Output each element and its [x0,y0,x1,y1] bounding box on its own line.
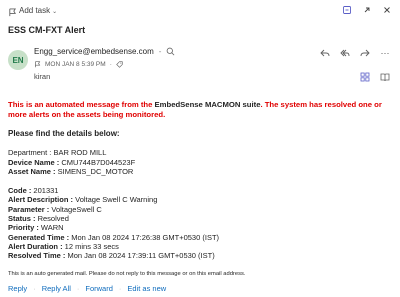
detail-row-resolved-time: Resolved Time : Mon Jan 08 2024 17:39:11… [8,251,394,260]
detail-value: BAR ROD MILL [51,148,107,158]
detail-label: Parameter : [8,204,50,214]
reply-icon[interactable] [320,48,330,58]
detail-row-priority: Priority : WARN [8,223,394,232]
reply-bar: Reply · Reply All · Forward · Edit as ne… [8,284,166,293]
details-heading: Please find the details below: [8,129,120,138]
detail-value: CMU744B7D044523F [59,157,136,167]
separator: · [118,284,122,293]
notice-text-start: This is an automated message from the [8,100,155,109]
window-actions [342,5,392,15]
email-body: This is an automated message from the Em… [8,100,394,279]
recipient[interactable]: kiran [34,72,50,81]
detail-label: Asset Name : [8,166,56,176]
detail-row-alert-description: Alert Description : Voltage Swell C Warn… [8,195,394,204]
add-task-label: Add task [19,6,51,15]
reply-all-button[interactable]: Reply All [42,284,71,293]
detail-label: Alert Description : [8,195,74,205]
automated-notice: This is an automated message from the Em… [8,100,394,120]
expand-icon[interactable] [362,5,372,15]
detail-value: Resolved [35,214,69,224]
immersive-reader-icon[interactable] [380,72,390,82]
meta-row: MON JAN 8 5:39 PM · [34,61,123,68]
detail-row-department: Department : BAR ROD MILL [8,148,394,157]
task-toolbar: Add task ⌄ [0,0,400,22]
sender-avatar[interactable]: EN [8,50,28,70]
separator: - [158,47,162,56]
detail-label: Status : [8,214,36,224]
detail-value: 201331 [31,186,59,196]
edit-as-new-button[interactable]: Edit as new [127,284,166,293]
detail-row-alert-duration: Alert Duration : 12 mins 33 secs [8,242,394,251]
detail-value: Mon Jan 08 2024 17:39:11 GMT+0530 (IST) [65,251,215,261]
detail-row-status: Status : Resolved [8,214,394,223]
detail-value: SIMENS_DC_MOTOR [55,166,134,176]
asset-details: Department : BAR ROD MILL Device Name : … [8,148,394,176]
reply-all-icon[interactable] [340,48,350,58]
detail-row-device-name: Device Name : CMU744B7D044523F [8,158,394,167]
brand-name: EmbedSense MACMON suite [154,100,261,109]
reply-button[interactable]: Reply [8,284,27,293]
sender-row: Engg_service@embedsense.com - [34,47,175,56]
note-icon[interactable] [342,5,352,15]
detail-row-asset-name: Asset Name : SIMENS_DC_MOTOR [8,167,394,176]
forward-icon[interactable] [360,48,370,58]
detail-value: Mon Jan 08 2024 17:26:38 GMT+0530 (IST) [69,232,220,242]
message-tools [360,72,390,82]
message-actions: ⋯ [320,48,390,59]
detail-row-parameter: Parameter : VoltageSwell C [8,205,394,214]
detail-label: Code : [8,186,32,196]
tag-icon[interactable] [116,61,123,68]
detail-label: Device Name : [8,157,60,167]
chevron-down-icon: ⌄ [52,9,58,15]
add-task-button[interactable]: Add task ⌄ [19,6,57,15]
detail-value: 12 mins 33 secs [62,241,119,251]
separator: · [109,61,112,68]
more-options-icon[interactable]: ⋯ [380,48,390,59]
forward-button[interactable]: Forward [85,284,113,293]
timestamp: MON JAN 8 5:39 PM [45,61,106,68]
detail-label: Generated Time : [8,232,70,242]
detail-value: VoltageSwell C [49,204,102,214]
flag-icon[interactable] [34,61,41,68]
search-icon[interactable] [166,47,175,56]
sender-address[interactable]: Engg_service@embedsense.com [34,47,154,56]
detail-label: Resolved Time : [8,251,66,261]
detail-row-generated-time: Generated Time : Mon Jan 08 2024 17:26:3… [8,233,394,242]
detail-value: WARN [38,223,64,233]
separator: · [76,284,80,293]
detail-label: Priority : [8,223,39,233]
close-icon[interactable] [382,5,392,15]
flag-icon[interactable] [8,8,17,17]
detail-value: Voltage Swell C Warning [73,195,158,205]
alert-details: Code : 201331 Alert Description : Voltag… [8,186,394,260]
detail-label: Department : [8,148,52,158]
apps-icon[interactable] [360,72,370,82]
separator: · [33,284,36,293]
email-subject: ESS CM-FXT Alert [8,25,86,35]
auto-generated-note: This is an auto generated mail. Please d… [8,270,246,277]
detail-label: Alert Duration : [8,241,63,251]
detail-row-code: Code : 201331 [8,186,394,195]
